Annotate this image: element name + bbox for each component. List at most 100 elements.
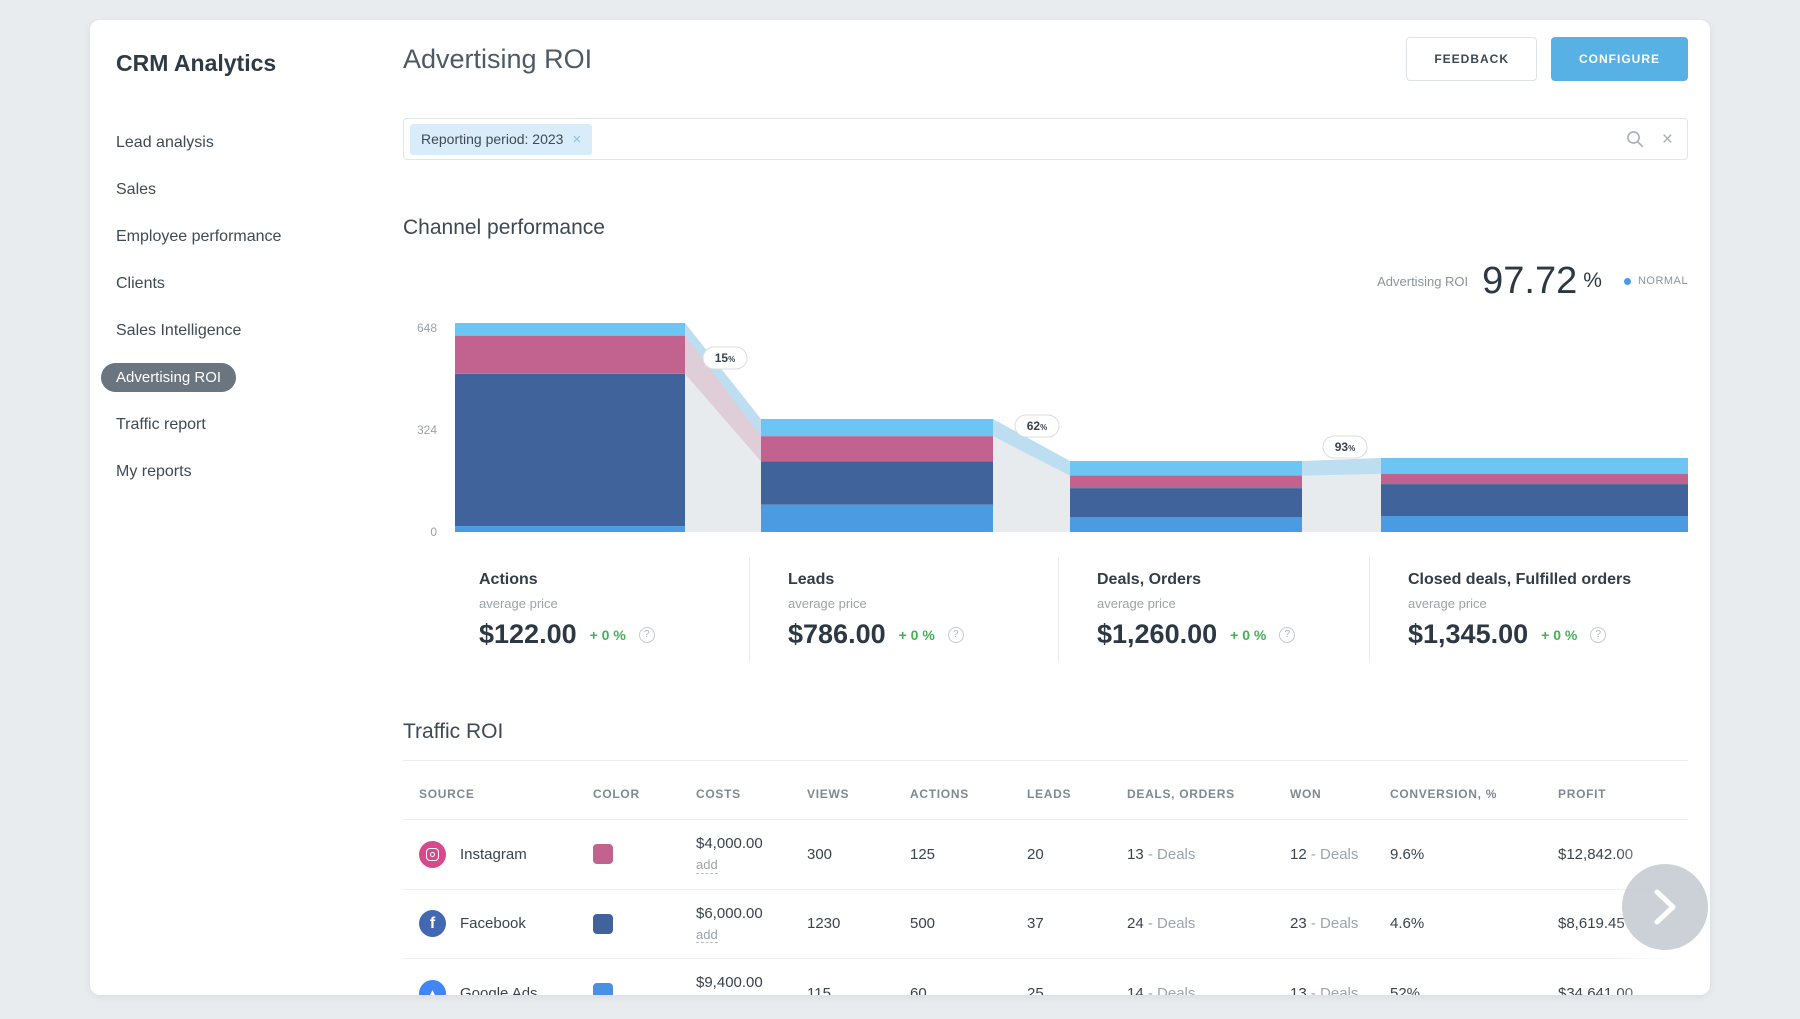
help-icon[interactable]: ? xyxy=(1590,627,1606,643)
add-cost-link[interactable]: add xyxy=(696,927,718,944)
add-cost-link[interactable]: add xyxy=(696,857,718,874)
svg-text:0: 0 xyxy=(430,525,437,539)
stat-block-closed-deals-fulfilled-orders: Closed deals, Fulfilled ordersaverage pr… xyxy=(1369,557,1688,662)
column-header-profit: PROFIT xyxy=(1558,761,1688,820)
deals-suffix: - Deals xyxy=(1148,915,1196,932)
svg-text:648: 648 xyxy=(417,321,437,335)
column-header-leads: LEADS xyxy=(1027,761,1127,820)
sidebar: CRM Analytics Lead analysis Sales Employee… xyxy=(90,20,385,995)
won-value: 12 xyxy=(1290,846,1311,863)
sidebar-item-clients[interactable]: Clients xyxy=(116,260,385,307)
search-icon[interactable] xyxy=(1626,130,1644,148)
won-value: 23 xyxy=(1290,915,1311,932)
color-swatch[interactable] xyxy=(593,844,613,864)
stat-subtitle: average price xyxy=(1408,596,1688,611)
actions-value: 60 xyxy=(910,959,1027,995)
traffic-table-body: Instagram$4,000.00add3001252013 - Deals1… xyxy=(403,820,1688,996)
stat-subtitle: average price xyxy=(788,596,1058,611)
actions-value: 500 xyxy=(910,889,1027,959)
color-swatch[interactable] xyxy=(593,983,613,995)
deals-value: 14 xyxy=(1127,985,1148,995)
chevron-right-icon xyxy=(1653,887,1677,927)
costs-value: $9,400.00 xyxy=(696,974,799,992)
deals-suffix: - Deals xyxy=(1148,846,1196,863)
views-value: 1230 xyxy=(807,889,910,959)
traffic-roi-heading: Traffic ROI xyxy=(403,720,1688,744)
channel-performance-heading: Channel performance xyxy=(403,216,1688,240)
stat-subtitle: average price xyxy=(1097,596,1369,611)
stat-change: + 0 % xyxy=(899,627,935,643)
column-header-costs: COSTS xyxy=(696,761,807,820)
sidebar-item-advertising-roi[interactable]: Advertising ROI xyxy=(116,354,385,401)
column-header-deals-orders: DEALS, ORDERS xyxy=(1127,761,1290,820)
sidebar-item-label: Clients xyxy=(116,269,165,299)
conversion-value: 52% xyxy=(1390,959,1558,995)
google-ads-icon: ▲ xyxy=(419,980,446,995)
leads-value: 37 xyxy=(1027,889,1127,959)
won-value: 13 xyxy=(1290,985,1311,995)
help-icon[interactable]: ? xyxy=(1279,627,1295,643)
profit-value: $34,641.00 xyxy=(1558,959,1688,995)
sidebar-item-sales[interactable]: Sales xyxy=(116,166,385,213)
stat-price: $1,345.00 xyxy=(1408,619,1528,650)
color-swatch[interactable] xyxy=(593,914,613,934)
app-brand: CRM Analytics xyxy=(116,50,385,77)
feedback-button[interactable]: FEEDBACK xyxy=(1406,37,1537,81)
stat-price: $786.00 xyxy=(788,619,886,650)
roi-status-text: NORMAL xyxy=(1638,275,1688,287)
column-header-conversion-: CONVERSION, % xyxy=(1390,761,1558,820)
costs-value: $6,000.00 xyxy=(696,905,799,923)
help-icon[interactable]: ? xyxy=(639,627,655,643)
sidebar-item-lead-analysis[interactable]: Lead analysis xyxy=(116,119,385,166)
column-header-views: VIEWS xyxy=(807,761,910,820)
won-suffix: - Deals xyxy=(1311,915,1359,932)
filter-bar[interactable]: Reporting period: 2023 × × xyxy=(403,118,1688,160)
chip-remove-icon[interactable]: × xyxy=(572,131,581,148)
sidebar-item-label: Employee performance xyxy=(116,222,281,252)
funnel-chart-svg: 648324015%62%93% xyxy=(403,302,1688,548)
conversion-value: 4.6% xyxy=(1390,889,1558,959)
stat-subtitle: average price xyxy=(479,596,749,611)
help-icon[interactable]: ? xyxy=(948,627,964,643)
costs-value: $4,000.00 xyxy=(696,835,799,853)
stat-change: + 0 % xyxy=(590,627,626,643)
sidebar-item-label: Advertising ROI xyxy=(101,363,236,392)
column-header-won: WON xyxy=(1290,761,1390,820)
page-title: Advertising ROI xyxy=(403,44,592,75)
sidebar-item-label: My reports xyxy=(116,457,192,487)
conversion-value: 9.6% xyxy=(1390,820,1558,890)
stat-price: $122.00 xyxy=(479,619,577,650)
source-name: Google Ads xyxy=(460,985,538,995)
stat-price: $1,260.00 xyxy=(1097,619,1217,650)
sidebar-item-label: Lead analysis xyxy=(116,128,214,158)
roi-summary: Advertising ROI 97.72 % NORMAL xyxy=(403,260,1688,302)
sidebar-item-label: Sales xyxy=(116,175,156,205)
configure-button[interactable]: CONFIGURE xyxy=(1551,37,1688,81)
sidebar-item-label: Traffic report xyxy=(116,410,206,440)
sidebar-item-my-reports[interactable]: My reports xyxy=(116,448,385,495)
stat-change: + 0 % xyxy=(1230,627,1266,643)
roi-value: 97.72 xyxy=(1482,260,1577,303)
deals-value: 24 xyxy=(1127,915,1148,932)
leads-value: 20 xyxy=(1027,820,1127,890)
stats-row: Actionsaverage price$122.00+ 0 %?Leadsav… xyxy=(403,557,1688,662)
deals-suffix: - Deals xyxy=(1148,985,1196,995)
app-card: CRM Analytics Lead analysis Sales Employee… xyxy=(90,20,1710,995)
sidebar-item-traffic-report[interactable]: Traffic report xyxy=(116,401,385,448)
views-value: 300 xyxy=(807,820,910,890)
stat-block-deals-orders: Deals, Ordersaverage price$1,260.00+ 0 %… xyxy=(1058,557,1369,662)
actions-value: 125 xyxy=(910,820,1027,890)
stat-title: Actions xyxy=(479,571,749,589)
filter-chip-label: Reporting period: 2023 xyxy=(421,131,563,147)
table-row-google-ads: ▲Google Ads$9,400.00add115602514 - Deals… xyxy=(403,959,1688,995)
filter-chip[interactable]: Reporting period: 2023 × xyxy=(410,124,592,155)
column-header-actions: ACTIONS xyxy=(910,761,1027,820)
won-suffix: - Deals xyxy=(1311,846,1359,863)
table-scroll-next-button[interactable] xyxy=(1622,864,1708,950)
roi-label: Advertising ROI xyxy=(1377,274,1468,289)
funnel-chart: 648324015%62%93% xyxy=(403,302,1688,553)
filter-clear-icon[interactable]: × xyxy=(1662,130,1673,149)
sidebar-item-sales-intelligence[interactable]: Sales Intelligence xyxy=(116,307,385,354)
sidebar-item-employee-performance[interactable]: Employee performance xyxy=(116,213,385,260)
won-suffix: - Deals xyxy=(1311,985,1359,995)
